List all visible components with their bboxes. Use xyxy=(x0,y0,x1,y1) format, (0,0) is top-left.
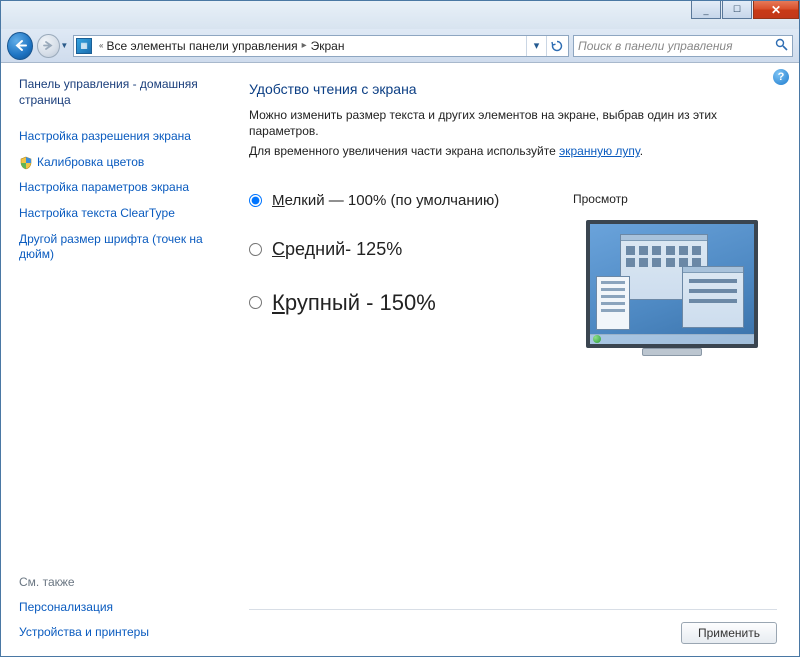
sidebar: Панель управления - домашняя страница На… xyxy=(1,63,219,656)
magnifier-link[interactable]: экранную лупу xyxy=(559,144,640,158)
radio-medium[interactable] xyxy=(249,243,262,256)
refresh-button[interactable] xyxy=(546,36,566,56)
sidebar-link-cleartype[interactable]: Настройка текста ClearType xyxy=(19,206,209,222)
close-button[interactable]: ✕ xyxy=(753,1,799,19)
radio-small[interactable] xyxy=(249,194,262,207)
size-options: Мелкий — 100% (по умолчанию) Средний- 12… xyxy=(249,192,777,348)
preview-label: Просмотр xyxy=(573,192,777,206)
titlebar: _ ☐ ✕ xyxy=(1,1,799,29)
see-also-personalization[interactable]: Персонализация xyxy=(19,600,209,616)
shield-icon xyxy=(19,156,33,170)
sidebar-home-link[interactable]: Панель управления - домашняя страница xyxy=(19,77,209,108)
preview-window-icon xyxy=(682,266,744,328)
page-description: Можно изменить размер текста и других эл… xyxy=(249,107,777,139)
sidebar-link-resolution[interactable]: Настройка разрешения экрана xyxy=(19,129,209,145)
control-panel-window: _ ☐ ✕ ▼ ▦ « Все элементы панели управлен… xyxy=(0,0,800,657)
forward-button[interactable] xyxy=(37,34,59,58)
search-icon xyxy=(775,38,788,54)
breadcrumb-separator-icon: ▸ xyxy=(302,40,307,51)
option-large[interactable]: Крупный - 150% xyxy=(249,290,567,316)
help-icon[interactable]: ? xyxy=(773,69,789,85)
arrow-left-icon xyxy=(14,39,27,52)
back-button[interactable] xyxy=(7,32,33,60)
maximize-button[interactable]: ☐ xyxy=(722,1,752,19)
page-title: Удобство чтения с экрана xyxy=(249,81,777,97)
page-description-2: Для временного увеличения части экрана и… xyxy=(249,143,777,159)
sidebar-link-custom-dpi[interactable]: Другой размер шрифта (точек на дюйм) xyxy=(19,232,209,263)
navigation-bar: ▼ ▦ « Все элементы панели управления ▸ Э… xyxy=(1,29,799,63)
control-panel-icon: ▦ xyxy=(76,38,92,54)
arrow-right-icon xyxy=(43,40,54,51)
search-input[interactable]: Поиск в панели управления xyxy=(573,35,793,57)
sidebar-link-color-calibration[interactable]: Калибровка цветов xyxy=(19,155,209,171)
address-bar[interactable]: ▦ « Все элементы панели управления ▸ Экр… xyxy=(73,35,569,57)
refresh-icon xyxy=(551,40,563,52)
breadcrumb-parent[interactable]: Все элементы панели управления xyxy=(106,39,297,53)
radio-large[interactable] xyxy=(249,296,262,309)
address-dropdown[interactable]: ▾ xyxy=(526,36,546,56)
main-content: ? Удобство чтения с экрана Можно изменит… xyxy=(219,63,799,656)
see-also-devices-printers[interactable]: Устройства и принтеры xyxy=(19,625,209,641)
divider xyxy=(249,609,777,610)
history-dropdown[interactable]: ▼ xyxy=(60,41,69,50)
see-also-header: См. также xyxy=(19,575,209,589)
chevrons-icon: « xyxy=(99,41,103,50)
body: Панель управления - домашняя страница На… xyxy=(1,63,799,656)
breadcrumb-current[interactable]: Экран xyxy=(311,39,345,53)
option-medium[interactable]: Средний- 125% xyxy=(249,239,567,260)
option-small[interactable]: Мелкий — 100% (по умолчанию) xyxy=(249,192,567,209)
preview-window-icon xyxy=(596,276,630,330)
apply-button[interactable]: Применить xyxy=(681,622,777,644)
search-placeholder: Поиск в панели управления xyxy=(578,39,733,53)
preview-monitor xyxy=(586,220,758,348)
sidebar-link-display-settings[interactable]: Настройка параметров экрана xyxy=(19,180,209,196)
minimize-button[interactable]: _ xyxy=(691,1,721,19)
